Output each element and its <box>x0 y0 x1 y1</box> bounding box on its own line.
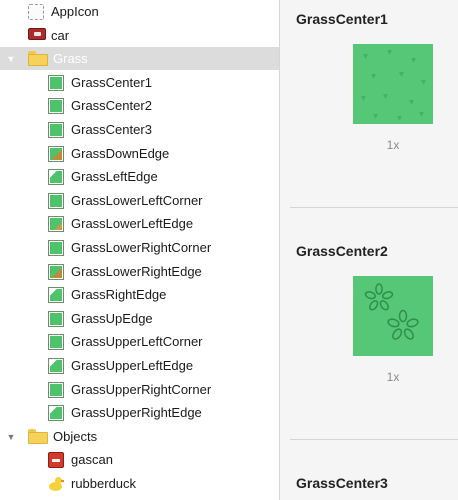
sidebar-row[interactable]: GrassLowerLeftEdge <box>0 212 279 235</box>
sidebar-row[interactable]: GrassCenter1 <box>0 71 279 94</box>
sidebar-row-label: car <box>51 27 70 43</box>
folder-icon <box>28 51 48 67</box>
sidebar-row-label: GrassUpEdge <box>71 310 153 326</box>
image-icon <box>48 310 64 327</box>
image-set-title: GrassCenter1 <box>296 11 388 27</box>
sidebar-row[interactable]: GrassLowerRightCorner <box>0 236 279 259</box>
sidebar-row-label: GrassLowerRightCorner <box>71 240 212 255</box>
sidebar-row[interactable]: AppIcon <box>0 0 279 23</box>
image-icon <box>48 287 64 304</box>
image-set-title: GrassCenter3 <box>296 475 388 491</box>
image-icon <box>48 98 64 115</box>
sidebar-row-label: GrassLowerRightEdge <box>71 263 202 279</box>
image-icon <box>48 74 64 91</box>
sidebar-row-label: GrassDownEdge <box>71 145 170 161</box>
sidebar-row[interactable]: car <box>0 24 279 47</box>
sidebar-row[interactable]: GrassLowerLeftCorner <box>0 189 279 212</box>
sidebar-row-label: GrassLeftEdge <box>71 169 158 185</box>
sidebar-row[interactable]: GrassLowerRightEdge <box>0 260 279 283</box>
sidebar-row[interactable]: GrassUpperLeftEdge <box>0 354 279 377</box>
sidebar-row-label: GrassUpperLeftEdge <box>71 358 194 373</box>
sidebar-row[interactable]: GrassUpperLeftCorner <box>0 330 279 353</box>
sidebar-row[interactable]: GrassRightEdge <box>0 283 279 306</box>
disclosure-triangle-icon[interactable]: ▼ <box>5 53 17 65</box>
sidebar-row-label: GrassCenter1 <box>71 74 152 90</box>
image-icon <box>48 216 64 233</box>
image-icon <box>48 263 64 280</box>
image-slot-1x[interactable] <box>353 44 433 124</box>
sidebar-row-label: rubberduck <box>71 476 137 491</box>
image-icon <box>48 405 64 422</box>
sidebar-row[interactable]: GrassUpperRightCorner <box>0 378 279 401</box>
sidebar-row[interactable]: GrassDownEdge <box>0 142 279 165</box>
scale-label: 1x <box>386 370 400 384</box>
image-icon <box>48 381 64 398</box>
image-icon <box>48 145 64 162</box>
sidebar-row-label: GrassUpperRightCorner <box>71 381 212 397</box>
sidebar-row-label: GrassRightEdge <box>71 287 167 303</box>
image-icon <box>48 334 64 351</box>
group-separator <box>290 207 458 208</box>
scale-label: 1x <box>386 138 400 152</box>
image-icon <box>48 122 64 138</box>
sidebar-row-label: GrassUpperRightEdge <box>71 405 202 421</box>
image-icon <box>48 358 64 374</box>
sidebar-row-label: GrassUpperLeftCorner <box>71 334 203 350</box>
sidebar-row-label: GrassLowerLeftEdge <box>71 216 194 232</box>
image-icon <box>48 192 64 209</box>
sidebar-row-label: AppIcon <box>51 4 99 19</box>
sidebar-row[interactable]: rubberduck <box>0 472 279 495</box>
asset-navigator: AppIcon car ▼ Grass GrassCenter1 GrassCenter2… <box>0 0 279 500</box>
appicon-icon <box>28 4 44 20</box>
sidebar-row[interactable]: GrassCenter3 <box>0 118 279 141</box>
duck-icon <box>48 476 64 492</box>
image-icon <box>48 169 64 186</box>
car-icon <box>28 27 46 40</box>
image-icon <box>48 240 64 256</box>
group-separator <box>290 439 458 440</box>
asset-detail-pane: GrassCenter1 1x GrassCenter2 1x GrassCenter3 <box>280 0 458 500</box>
sidebar-row-label: Objects <box>53 428 98 444</box>
sidebar-row-label: gascan <box>71 452 113 468</box>
sidebar-row[interactable]: ▼ Objects <box>0 425 279 448</box>
sidebar-row-label: Grass <box>53 51 88 67</box>
folder-icon <box>28 428 48 444</box>
image-slot-1x[interactable] <box>353 276 433 356</box>
sidebar-row[interactable]: GrassLeftEdge <box>0 165 279 188</box>
sidebar-row[interactable]: GrassUpEdge <box>0 307 279 330</box>
disclosure-triangle-icon[interactable]: ▼ <box>5 431 17 443</box>
sidebar-row-label: GrassCenter2 <box>71 98 152 114</box>
sidebar-row[interactable]: ▼ Grass <box>0 47 279 71</box>
image-set-title: GrassCenter2 <box>296 243 388 259</box>
sidebar-row-label: GrassLowerLeftCorner <box>71 192 203 208</box>
sidebar-row[interactable]: GrassCenter2 <box>0 94 279 117</box>
sidebar-row-label: GrassCenter3 <box>71 122 152 137</box>
sidebar-row[interactable]: gascan <box>0 448 279 471</box>
sidebar-row[interactable]: GrassUpperRightEdge <box>0 401 279 424</box>
gascan-icon <box>48 452 64 469</box>
